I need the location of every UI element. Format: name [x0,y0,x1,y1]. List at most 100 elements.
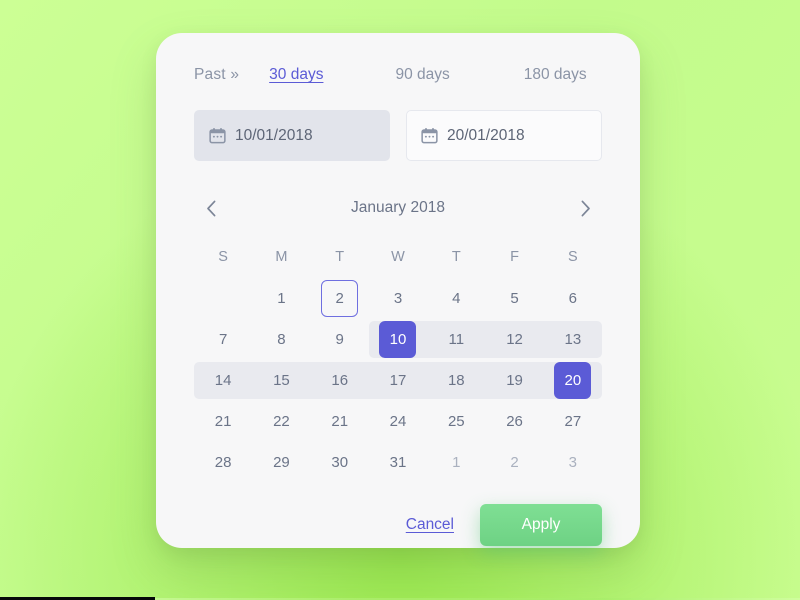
calendar-day-label: 5 [510,290,519,307]
calendar-day-cell[interactable]: 16 [311,362,369,399]
calendar-day-label: 26 [506,413,523,430]
calendar-day-label: 24 [389,413,407,430]
weekday-label: M [275,249,288,265]
calendar-day-cell[interactable]: 29 [252,444,310,481]
cancel-button[interactable]: Cancel [406,516,454,534]
calendar-day-label: 15 [273,372,290,389]
calendar-week-row: 14 15 16 17 18 19 20 [194,361,602,400]
weekday-header-row: SMTWTFS [194,243,602,271]
calendar-day-cell[interactable]: 20 [544,362,602,399]
calendar-icon [421,128,438,144]
calendar-day-cell[interactable]: 1 [252,280,310,317]
calendar-day-label: 9 [335,331,344,348]
calendar-day-label: 29 [273,454,290,471]
calendar-day-cell[interactable]: 28 [194,444,252,481]
calendar-day-label: 22 [273,413,290,430]
end-date-field[interactable]: 20/01/2018 [406,110,602,161]
calendar-day-cell[interactable]: 26 [485,403,543,440]
calendar-day-cell[interactable]: 9 [311,321,369,358]
calendar-day-cell[interactable]: 4 [427,280,485,317]
calendar-week-row: 28 29 30 31 1 2 3 [194,443,602,482]
calendar-day-label: 8 [277,331,286,348]
next-month-button[interactable] [572,195,598,221]
weekday-label: F [510,249,519,265]
calendar-day-label: 1 [277,290,286,307]
calendar-day-cell[interactable]: 14 [194,362,252,399]
calendar-day-label: 16 [331,372,349,389]
calendar-day-cell[interactable]: 18 [427,362,485,399]
calendar-day-label: 1 [452,454,461,471]
previous-month-button[interactable] [198,195,224,221]
end-date-value: 20/01/2018 [447,126,525,144]
preset-tab-180-days[interactable]: 180 days [524,66,587,84]
calendar-day-cell[interactable]: 5 [485,280,543,317]
calendar-day-cell[interactable]: 2 [485,444,543,481]
calendar-day-label: 12 [506,331,523,348]
calendar-day-label: 3 [568,454,578,471]
calendar-day-label: 6 [568,290,578,307]
calendar-day-cell[interactable]: 13 [544,321,602,358]
calendar-day-label: 7 [218,331,228,348]
calendar-day-cell[interactable]: 1 [427,444,485,481]
calendar-day-cell[interactable]: 19 [485,362,543,399]
month-navigation: January 2018 [194,195,602,221]
calendar-day-cell[interactable]: 2 [311,280,369,317]
calendar-day-label: 18 [447,372,465,389]
calendar-day-cell[interactable]: 25 [427,403,485,440]
calendar-day-cell[interactable]: 27 [544,403,602,440]
calendar-day-cell[interactable]: 22 [252,403,310,440]
preset-tab-30-days[interactable]: 30 days [269,66,323,84]
calendar-day-label: 14 [214,372,232,389]
calendar-day-cell[interactable]: 8 [252,321,310,358]
calendar-day-cell[interactable]: 15 [252,362,310,399]
calendar-day-grid: 1 2 3 4 5 6 7 8 9 10 11 12 13 14 15 16 17 18 19 20 21 22 21 24 2… [194,279,602,482]
calendar-week-row: 1 2 3 4 5 6 [194,279,602,318]
calendar-day-cell[interactable]: 11 [427,321,485,358]
preset-tab-90-days[interactable]: 90 days [395,66,449,84]
chevron-left-icon [206,200,215,216]
calendar-day-label: 28 [214,454,232,471]
weekday-label: T [451,249,461,265]
start-date-value: 10/01/2018 [235,126,313,144]
apply-button[interactable]: Apply [480,504,602,546]
calendar-day-label: 30 [331,454,349,471]
date-range-picker-card: Past » 30 days 90 days 180 days 10/01/20… [156,33,640,548]
weekday-label: T [335,249,345,265]
month-title: January 2018 [351,199,445,216]
calendar-week-row: 21 22 21 24 25 26 27 [194,402,602,441]
calendar-day-label: 21 [331,413,349,430]
calendar-day-label: 20 [554,362,592,399]
calendar-day-label: 3 [393,290,403,307]
calendar-day-cell[interactable]: 3 [544,444,602,481]
calendar-day-cell[interactable]: 6 [544,280,602,317]
calendar-day-label: 2 [510,454,519,471]
calendar-day-cell[interactable]: 7 [194,321,252,358]
dialog-footer: Cancel Apply [194,504,602,546]
calendar-day-cell[interactable]: 30 [311,444,369,481]
calendar-day-cell[interactable]: 17 [369,362,427,399]
chevron-right-icon [581,200,590,216]
weekday-label: W [391,249,405,265]
calendar-day-cell[interactable]: 21 [311,403,369,440]
calendar-day-label: 27 [564,413,582,430]
start-date-field[interactable]: 10/01/2018 [194,110,390,161]
calendar-day-label: 10 [379,321,417,358]
calendar-day-empty [194,280,252,317]
calendar-day-label: 31 [389,454,407,471]
calendar-day-label: 2 [321,280,359,317]
weekday-label: S [568,249,578,265]
calendar-day-cell[interactable]: 21 [194,403,252,440]
weekday-label: S [218,249,228,265]
calendar-day-cell[interactable]: 10 [369,321,427,358]
calendar-day-cell[interactable]: 12 [485,321,543,358]
calendar-icon [209,128,226,144]
calendar-day-cell[interactable]: 31 [369,444,427,481]
calendar-day-label: 19 [506,372,523,389]
calendar-day-cell[interactable]: 3 [369,280,427,317]
calendar-day-label: 17 [389,372,407,389]
preset-range-tabs: Past » 30 days 90 days 180 days [194,33,602,84]
calendar-day-cell[interactable]: 24 [369,403,427,440]
date-inputs-row: 10/01/2018 20/01/2018 [194,110,602,161]
calendar-day-label: 11 [448,331,465,348]
calendar-day-label: 13 [564,331,582,348]
